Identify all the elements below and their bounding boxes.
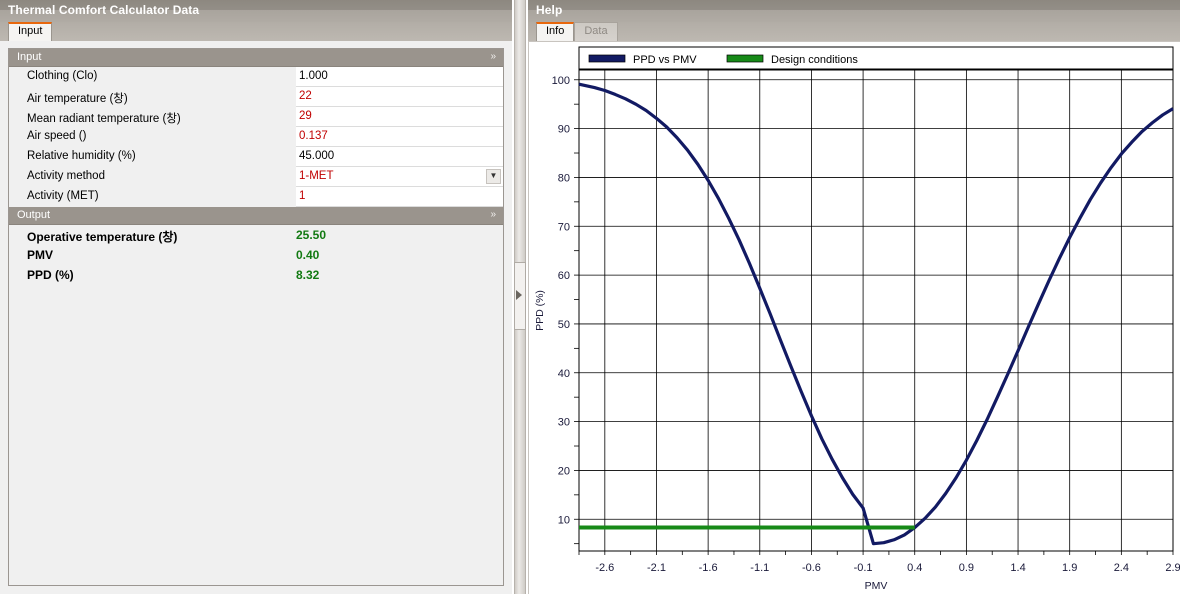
form-row-mean-radiant-temperature: Mean radiant temperature (창) 29: [9, 107, 503, 127]
label-air-speed: Air speed (): [9, 127, 296, 147]
chevron-down-icon[interactable]: ▼: [486, 169, 501, 184]
x-tick-label: 2.9: [1165, 562, 1180, 574]
y-tick-label: 90: [558, 124, 570, 136]
right-tabstrip: Info Data: [528, 22, 1180, 41]
legend-swatch-1: [726, 54, 764, 63]
x-tick-label: -2.6: [595, 562, 614, 574]
x-tick-label: 0.9: [959, 562, 974, 574]
right-panel: Help Info Data Thermal Comfort Graph -2.…: [528, 0, 1180, 594]
x-tick-label: 2.4: [1114, 562, 1129, 574]
input-mean-radiant-temperature[interactable]: 29: [296, 107, 503, 127]
section-header-input[interactable]: Input »: [9, 49, 503, 67]
input-relative-humidity[interactable]: 45.000: [296, 147, 503, 167]
x-tick-label: 1.9: [1062, 562, 1077, 574]
x-axis-label: PMV: [865, 580, 888, 592]
section-header-input-label: Input: [17, 51, 42, 63]
form-row-activity-met: Activity (MET) 1: [9, 187, 503, 207]
y-tick-label: 50: [558, 319, 570, 331]
form-row-relative-humidity: Relative humidity (%) 45.000: [9, 147, 503, 167]
y-tick-label: 100: [552, 75, 570, 87]
section-header-output[interactable]: Output »: [9, 207, 503, 225]
x-tick-label: -1.1: [750, 562, 769, 574]
label-activity-met: Activity (MET): [9, 187, 296, 207]
left-panel-title-bar: Thermal Comfort Calculator Data: [0, 0, 512, 22]
panel-splitter[interactable]: [512, 0, 528, 594]
page-title: Thermal Comfort Calculator Data: [8, 3, 200, 17]
tab-data-label: Data: [584, 25, 608, 37]
output-row-ppd: PPD (%) 8.32: [9, 265, 503, 285]
tab-input-label: Input: [18, 25, 43, 37]
y-tick-label: 80: [558, 172, 570, 184]
y-tick-label: 70: [558, 221, 570, 233]
label-activity-method: Activity method: [9, 167, 296, 187]
form-row-activity-method: Activity method 1-MET ▼: [9, 167, 503, 187]
output-row-pmv: PMV 0.40: [9, 245, 503, 265]
label-operative-temperature: Operative temperature (창): [27, 230, 178, 244]
input-air-temperature[interactable]: 22: [296, 87, 503, 107]
output-row-operative-temperature: Operative temperature (창) 25.50: [9, 225, 503, 245]
chevron-right-icon[interactable]: [516, 290, 522, 300]
x-tick-label: -0.1: [854, 562, 873, 574]
input-activity-met[interactable]: 1: [296, 187, 503, 207]
select-activity-method[interactable]: 1-MET ▼: [296, 167, 503, 187]
x-tick-label: 0.4: [907, 562, 922, 574]
y-tick-label: 40: [558, 368, 570, 380]
form-row-air-temperature: Air temperature (창) 22: [9, 87, 503, 107]
select-activity-method-value: 1-MET: [299, 170, 334, 182]
label-air-temperature: Air temperature (창): [9, 87, 296, 107]
label-ppd: PPD (%): [27, 268, 74, 282]
plot-frame: [578, 69, 1174, 552]
input-form-container: Input » Clothing (Clo) 1.000 Air tempera…: [8, 48, 504, 586]
value-pmv: 0.40: [296, 248, 320, 262]
y-tick-label: 10: [558, 514, 570, 526]
legend-swatch-0: [588, 54, 626, 63]
application-window: Thermal Comfort Calculator Data Input In…: [0, 0, 1180, 594]
tab-data[interactable]: Data: [574, 22, 618, 41]
left-panel: Thermal Comfort Calculator Data Input In…: [0, 0, 512, 594]
right-panel-title-bar: Help: [528, 0, 1180, 22]
chevron-down-icon[interactable]: »: [490, 209, 495, 221]
x-tick-label: 1.4: [1010, 562, 1025, 574]
form-row-air-speed: Air speed () 0.137: [9, 127, 503, 147]
label-relative-humidity: Relative humidity (%): [9, 147, 296, 167]
legend-label-0: PPD vs PMV: [633, 54, 697, 66]
y-tick-label: 60: [558, 270, 570, 282]
input-air-speed[interactable]: 0.137: [296, 127, 503, 147]
tab-info-label: Info: [546, 25, 565, 37]
section-header-output-label: Output: [17, 209, 51, 221]
chevron-down-icon[interactable]: »: [490, 51, 495, 63]
thermal-comfort-graph[interactable]: -2.6 -2.1 -1.6 -1.1 -0.6 -0.1 0.4 0.9 1.4 1.9 2.4 2…: [529, 42, 1180, 594]
y-tick-label: 20: [558, 465, 570, 477]
left-tabstrip: Input: [0, 22, 512, 41]
legend-label-1: Design conditions: [771, 54, 858, 66]
label-clothing: Clothing (Clo): [9, 67, 296, 87]
label-pmv: PMV: [27, 248, 54, 262]
input-clothing[interactable]: 1.000: [296, 67, 503, 87]
x-tick-label: -2.1: [647, 562, 666, 574]
label-mean-radiant-temperature: Mean radiant temperature (창): [9, 107, 296, 127]
y-axis-label: PPD (%): [534, 290, 546, 331]
form-row-clothing: Clothing (Clo) 1.000: [9, 67, 503, 87]
y-tick-label: 30: [558, 417, 570, 429]
x-tick-label: -1.6: [699, 562, 718, 574]
tab-input[interactable]: Input: [8, 22, 53, 41]
help-title: Help: [536, 3, 563, 17]
value-operative-temperature: 25.50: [296, 228, 327, 242]
chart-container: Thermal Comfort Graph -2.6-2.1-1.6-1.1-0…: [528, 41, 1180, 594]
x-tick-label: -0.6: [802, 562, 821, 574]
value-ppd: 8.32: [296, 268, 320, 282]
tab-info[interactable]: Info: [536, 22, 575, 41]
